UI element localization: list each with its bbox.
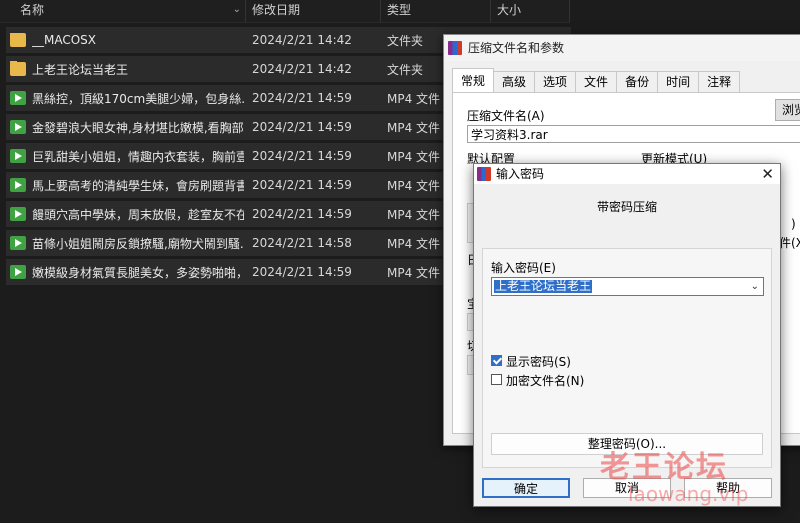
password-label: 输入密码(E): [491, 261, 556, 275]
partial-label-2: 件(X): [779, 236, 800, 250]
column-type[interactable]: 类型: [381, 0, 491, 22]
winrar-icon: [448, 41, 462, 55]
tab-comment[interactable]: 注释: [698, 71, 741, 92]
video-file-icon: [10, 265, 26, 279]
file-date: 2024/2/21 14:42: [252, 62, 352, 76]
file-name: 上老王论坛当老王: [32, 62, 129, 77]
chevron-down-icon[interactable]: ⌄: [751, 278, 759, 295]
video-file-icon: [10, 91, 26, 105]
password-dialog-heading: 带密码压缩: [596, 200, 657, 214]
column-name[interactable]: 名称 ⌄: [0, 0, 246, 22]
tab-advanced[interactable]: 高级: [493, 71, 536, 92]
encrypt-filenames-label: 加密文件名(N): [506, 374, 585, 388]
tab-files[interactable]: 文件: [575, 71, 618, 92]
archive-dialog-title: 压缩文件名和参数: [468, 41, 565, 55]
column-name-label: 名称: [20, 3, 45, 17]
video-file-icon: [10, 178, 26, 192]
file-name: 黑絲控，頂級170cm美腿少婦，包身絲...: [32, 91, 244, 106]
video-file-icon: [10, 149, 26, 163]
file-name: 馬上要高考的清純學生妹，會房刷題背書...: [32, 178, 244, 193]
password-value: 上老王论坛当老王: [494, 279, 593, 293]
partial-label-1: ): [791, 217, 796, 231]
file-date: 2024/2/21 14:59: [252, 265, 352, 279]
column-header: 名称 ⌄ 修改日期 类型 大小: [0, 0, 570, 23]
winrar-icon: [477, 167, 491, 181]
close-icon[interactable]: ✕: [761, 164, 774, 184]
show-password-label: 显示密码(S): [506, 355, 571, 369]
password-dialog-titlebar[interactable]: 输入密码 ✕: [474, 164, 780, 184]
file-date: 2024/2/21 14:59: [252, 178, 352, 192]
file-date: 2024/2/21 14:59: [252, 91, 352, 105]
column-size[interactable]: 大小: [491, 0, 570, 22]
watermark-url: laowang.vip: [628, 482, 749, 506]
video-file-icon: [10, 207, 26, 221]
tab-time[interactable]: 时间: [657, 71, 700, 92]
show-password-checkbox[interactable]: [491, 355, 502, 366]
tab-backup[interactable]: 备份: [616, 71, 659, 92]
column-date[interactable]: 修改日期: [246, 0, 381, 22]
file-name: 嫩模級身材氣質長腿美女，多姿勢啪啪，...: [32, 265, 244, 280]
browse-button[interactable]: 浏览: [775, 99, 800, 121]
file-date: 2024/2/21 14:59: [252, 149, 352, 163]
video-file-icon: [10, 120, 26, 134]
encrypt-filenames-checkbox[interactable]: [491, 374, 502, 385]
file-name: 巨乳甜美小姐姐，情趣内衣套装，胸前壹...: [32, 149, 244, 164]
file-date: 2024/2/21 14:58: [252, 236, 352, 250]
video-file-icon: [10, 236, 26, 250]
file-date: 2024/2/21 14:59: [252, 207, 352, 221]
tab-options[interactable]: 选项: [534, 71, 577, 92]
folder-icon: [10, 60, 26, 76]
password-dialog-title: 输入密码: [496, 167, 545, 181]
tab-strip: 常规 高级 选项 文件 备份 时间 注释: [452, 68, 741, 92]
ok-button[interactable]: 确定: [482, 478, 570, 498]
column-size-label: 大小: [497, 3, 522, 17]
file-date: 2024/2/21 14:59: [252, 120, 352, 134]
archive-dialog-titlebar[interactable]: 压缩文件名和参数: [444, 35, 800, 61]
column-date-label: 修改日期: [252, 3, 301, 17]
tab-general[interactable]: 常规: [452, 68, 495, 92]
file-name: __MACOSX: [32, 33, 97, 47]
watermark-text: 老王论坛: [600, 450, 728, 485]
file-date: 2024/2/21 14:42: [252, 33, 352, 47]
file-name: 饅頭穴高中學妹，周末放假，趁室友不在...: [32, 207, 244, 222]
file-name: 金發碧浪大眼女神,身材堪比嫩模,看胸部...: [32, 120, 244, 135]
password-input[interactable]: 上老王论坛当老王 ⌄: [491, 277, 764, 296]
column-type-label: 类型: [387, 3, 412, 17]
folder-icon: [10, 33, 26, 47]
archive-name-input[interactable]: 学习资料3.rar: [467, 125, 800, 143]
archive-name-label: 压缩文件名(A): [467, 109, 545, 123]
chevron-down-icon: ⌄: [232, 4, 241, 15]
file-name: 苗條小姐姐鬧房反鎖撩騷,廟物犬鬧到騷...: [32, 236, 244, 251]
